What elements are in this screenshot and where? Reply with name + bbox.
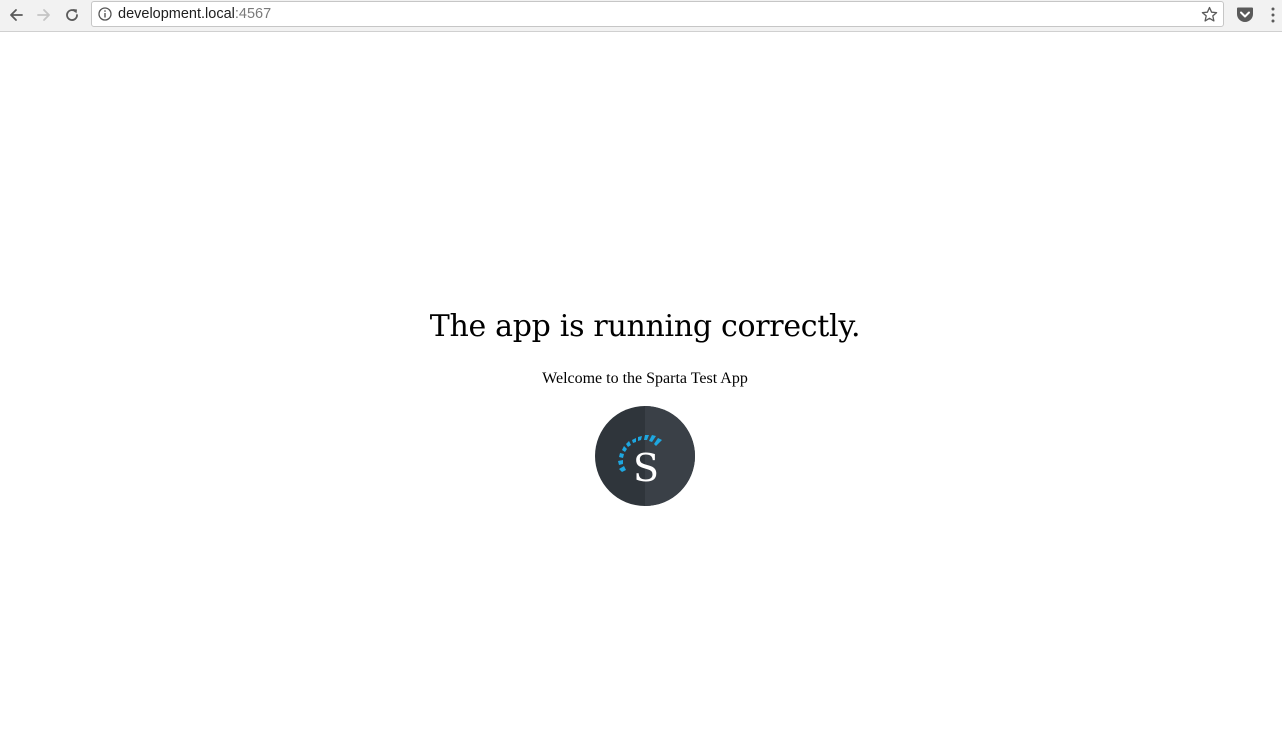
kebab-menu-icon[interactable] <box>1267 6 1279 24</box>
info-icon[interactable] <box>98 7 112 21</box>
forward-button[interactable] <box>32 4 56 26</box>
reload-icon <box>66 9 78 21</box>
page-heading: The app is running correctly. <box>429 309 861 344</box>
reload-button[interactable] <box>60 4 84 26</box>
star-icon[interactable] <box>1201 6 1218 23</box>
url-host: development.local <box>118 6 235 22</box>
url-port: :4567 <box>234 6 272 22</box>
sparta-logo: S <box>595 406 695 506</box>
address-bar[interactable]: development.local:4567 <box>91 1 1224 27</box>
arrow-right-icon <box>37 9 50 21</box>
page-content: The app is running correctly. Welcome to… <box>0 32 1282 742</box>
browser-toolbar: development.local:4567 <box>0 0 1282 32</box>
pocket-icon[interactable] <box>1236 6 1254 23</box>
page-subtitle: Welcome to the Sparta Test App <box>542 370 748 387</box>
url-text[interactable]: development.local:4567 <box>118 6 271 23</box>
back-button[interactable] <box>4 4 28 26</box>
arrow-left-icon <box>10 9 23 21</box>
logo-letter: S <box>633 446 659 490</box>
